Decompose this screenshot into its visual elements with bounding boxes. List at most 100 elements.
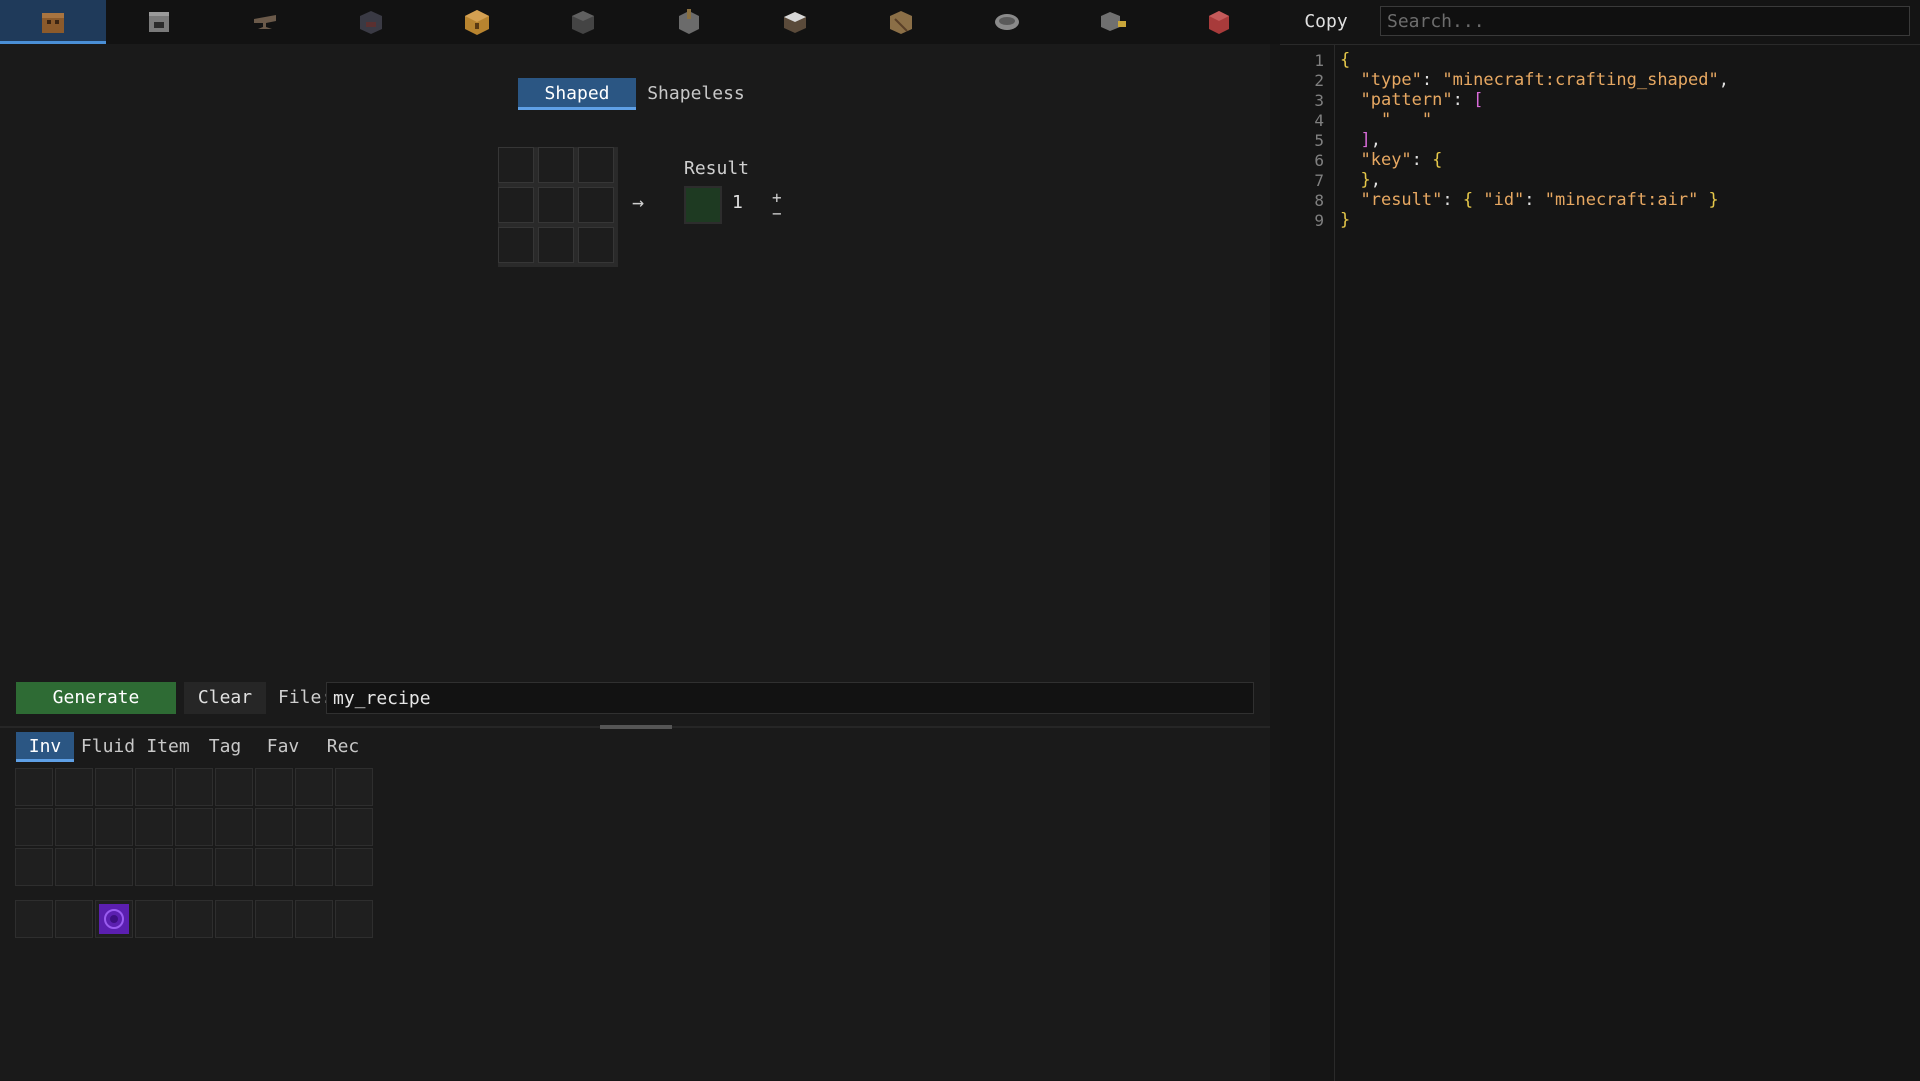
stonecutter-icon <box>1101 12 1126 31</box>
tab-blast-furnace[interactable] <box>318 0 424 44</box>
tab-rec[interactable]: Rec <box>318 732 368 762</box>
clear-button[interactable]: Clear <box>184 682 266 714</box>
tab-anvil[interactable] <box>212 0 318 44</box>
inventory-slot[interactable] <box>215 768 253 806</box>
hotbar-slot[interactable] <box>15 900 53 938</box>
inventory-slot[interactable] <box>55 808 93 846</box>
hotbar-slot[interactable] <box>55 900 93 938</box>
hotbar-slot[interactable] <box>255 900 293 938</box>
tab-tag[interactable]: Tag <box>200 732 250 762</box>
hotbar-slot[interactable] <box>335 900 373 938</box>
tab-barrel[interactable] <box>424 0 530 44</box>
tab-crafting-table[interactable] <box>0 0 106 44</box>
recipe-editor-panel: Shaped Shapeless → Result 1 + − Generate… <box>0 44 1270 1080</box>
code-line: "pattern": [ <box>1360 90 1484 110</box>
inventory-slot[interactable] <box>215 808 253 846</box>
blast-furnace-icon <box>360 11 382 34</box>
code-line: "key": { <box>1360 150 1443 170</box>
inventory-slot[interactable] <box>135 848 173 886</box>
tab-campfire[interactable] <box>954 0 1060 44</box>
tab-cartography[interactable] <box>1166 0 1272 44</box>
inventory-slot[interactable] <box>255 848 293 886</box>
inventory-slot[interactable] <box>175 808 213 846</box>
tab-fav[interactable]: Fav <box>258 732 308 762</box>
inventory-slot[interactable] <box>295 768 333 806</box>
line-number: 3 <box>1314 91 1324 110</box>
generate-button[interactable]: Generate <box>16 682 176 714</box>
crafting-grid <box>498 147 618 267</box>
search-input[interactable] <box>1380 6 1910 36</box>
arrow-icon: → <box>632 190 645 214</box>
crafting-slot[interactable] <box>538 187 574 223</box>
line-number: 5 <box>1314 131 1324 150</box>
inventory-slot[interactable] <box>335 808 373 846</box>
tab-item[interactable]: Item <box>138 732 198 762</box>
inventory-slot[interactable] <box>175 848 213 886</box>
inventory-slot[interactable] <box>135 768 173 806</box>
tab-fluid[interactable]: Fluid <box>78 732 138 762</box>
tab-shapeless[interactable]: Shapeless <box>640 78 752 110</box>
result-count: 1 <box>732 192 743 213</box>
line-number: 2 <box>1314 71 1324 90</box>
inventory-slot[interactable] <box>335 848 373 886</box>
code-line: { <box>1340 50 1351 70</box>
inventory-slot[interactable] <box>135 808 173 846</box>
json-output-panel: Copy 1 2 3 4 5 6 7 8 9 { "type": "minecr… <box>1280 0 1920 1081</box>
inventory-slot[interactable] <box>55 768 93 806</box>
crafting-slot[interactable] <box>578 227 614 263</box>
inventory-slot[interactable] <box>335 768 373 806</box>
code-line: }, <box>1360 170 1381 190</box>
crafting-slot[interactable] <box>538 147 574 183</box>
inventory-slot[interactable] <box>295 848 333 886</box>
code-line: "result": { "id": "minecraft:air" } <box>1360 190 1719 210</box>
result-label: Result <box>684 158 750 179</box>
crafting-slot[interactable] <box>578 187 614 223</box>
inventory-slot[interactable] <box>175 768 213 806</box>
line-number: 4 <box>1314 111 1324 130</box>
file-name-input[interactable] <box>326 682 1254 714</box>
cartography-icon <box>1209 11 1229 34</box>
code-editor[interactable]: 1 2 3 4 5 6 7 8 9 { "type": "minecraft:c… <box>1280 44 1920 1081</box>
inventory-slot[interactable] <box>95 848 133 886</box>
inventory-slot[interactable] <box>55 848 93 886</box>
tab-fletching-table[interactable] <box>848 0 954 44</box>
tab-shaped[interactable]: Shaped <box>518 78 636 110</box>
inventory-slot[interactable] <box>95 768 133 806</box>
line-number-gutter: 1 2 3 4 5 6 7 8 9 <box>1280 45 1335 1081</box>
crafting-slot[interactable] <box>498 227 534 263</box>
crafting-slot[interactable] <box>538 227 574 263</box>
campfire-icon <box>995 14 1019 30</box>
hotbar-slot[interactable] <box>95 900 133 938</box>
fletching-table-icon <box>890 11 912 34</box>
hotbar-slot[interactable] <box>215 900 253 938</box>
inventory-slot[interactable] <box>255 808 293 846</box>
tab-stonecutter[interactable] <box>1060 0 1166 44</box>
hotbar-slot[interactable] <box>295 900 333 938</box>
tab-inv[interactable]: Inv <box>16 732 74 762</box>
crafting-slot[interactable] <box>498 147 534 183</box>
tab-smoker[interactable] <box>530 0 636 44</box>
copy-button[interactable]: Copy <box>1296 8 1356 36</box>
crafting-slot[interactable] <box>578 147 614 183</box>
hotbar-slot[interactable] <box>175 900 213 938</box>
crafting-table-icon <box>42 13 64 33</box>
result-slot[interactable] <box>684 186 722 224</box>
inventory-slot[interactable] <box>15 808 53 846</box>
anvil-icon <box>254 15 276 29</box>
crafting-slot[interactable] <box>498 187 534 223</box>
inventory-slot[interactable] <box>215 848 253 886</box>
inventory-slot[interactable] <box>15 768 53 806</box>
furnace-icon <box>149 12 169 32</box>
inventory-slot[interactable] <box>95 808 133 846</box>
inventory-slot[interactable] <box>15 848 53 886</box>
line-number: 9 <box>1314 211 1324 230</box>
hotbar-slot[interactable] <box>135 900 173 938</box>
tab-smithing-table[interactable] <box>742 0 848 44</box>
inventory-slot[interactable] <box>255 768 293 806</box>
inventory-slot[interactable] <box>295 808 333 846</box>
resize-handle[interactable] <box>600 725 672 729</box>
line-number: 8 <box>1314 191 1324 210</box>
tab-furnace[interactable] <box>106 0 212 44</box>
tab-brewing-stand[interactable] <box>636 0 742 44</box>
decrement-button[interactable]: − <box>772 204 782 223</box>
